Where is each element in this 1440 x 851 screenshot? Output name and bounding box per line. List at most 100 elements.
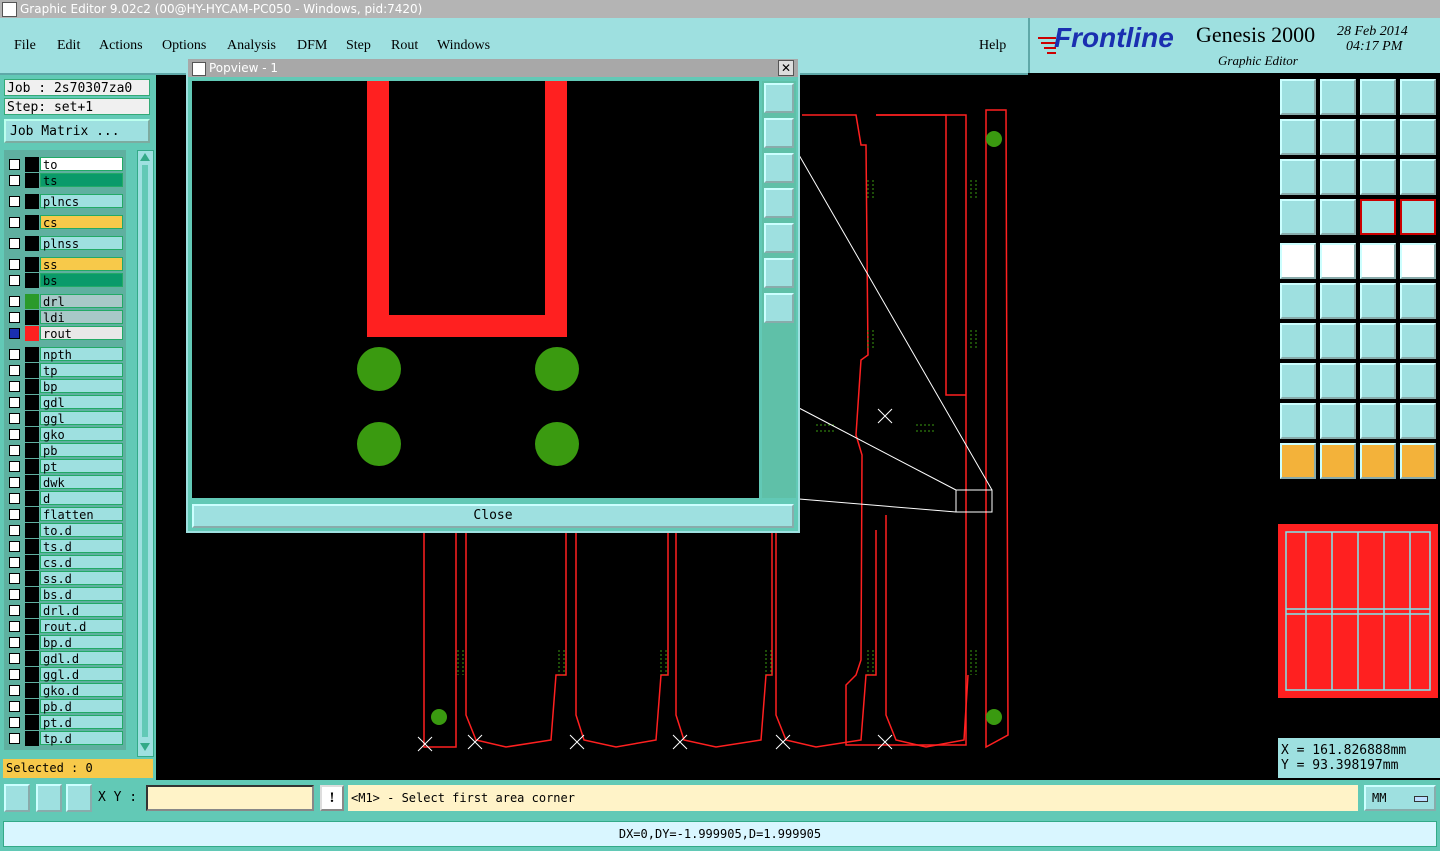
layer-checkbox[interactable] [9,717,20,728]
units-select[interactable]: MM [1364,785,1436,811]
layer-checkbox[interactable] [9,525,20,536]
net-compare-button[interactable] [1400,199,1436,235]
triangle-c-button[interactable] [1360,403,1396,439]
pointer-button[interactable] [1280,443,1316,479]
overview-map[interactable] [1278,524,1438,698]
layer-row-rout-d[interactable]: rout.d [4,619,126,634]
layer-row-to[interactable]: to [4,157,126,172]
menu-help[interactable]: Help [979,38,1006,54]
layer-row-gko-d[interactable]: gko.d [4,683,126,698]
layer-row-bp-d[interactable]: bp.d [4,635,126,650]
pan-right-button[interactable] [1320,119,1356,155]
layer-row-ggl-d[interactable]: ggl.d [4,667,126,682]
layer-row-gdl[interactable]: gdl [4,395,126,410]
layer-checkbox[interactable] [9,259,20,270]
popview-pan-down-button[interactable] [764,153,794,183]
layer-checkbox[interactable] [9,493,20,504]
menu-analysis[interactable]: Analysis [227,38,276,54]
layer-row-cs-d[interactable]: cs.d [4,555,126,570]
layer-row-pb-d[interactable]: pb.d [4,699,126,714]
menu-windows[interactable]: Windows [437,38,490,54]
layer-row-plnss[interactable]: plnss [4,236,126,251]
layer-checkbox[interactable] [9,685,20,696]
layer-row-rout[interactable]: rout [4,326,126,341]
layer-checkbox[interactable] [9,445,20,456]
center-button[interactable] [1320,159,1356,195]
layer-row-tp-d[interactable]: tp.d [4,731,126,746]
line-add-button[interactable] [1360,283,1396,319]
ratio-button[interactable] [1360,159,1396,195]
layer-row-ss-d[interactable]: ss.d [4,571,126,586]
menu-step[interactable]: Step [346,38,371,54]
group-tool-button[interactable] [1400,363,1436,399]
layer-row-drl[interactable]: drl [4,294,126,309]
layer-row-to-d[interactable]: to.d [4,523,126,538]
layer-checkbox[interactable] [9,477,20,488]
layer-checkbox[interactable] [9,381,20,392]
net-tool-button[interactable] [1360,199,1396,235]
layer-row-gko[interactable]: gko [4,427,126,442]
layer-checkbox[interactable] [9,159,20,170]
layer-checkbox[interactable] [9,557,20,568]
xy-input[interactable] [146,785,314,811]
menu-rout[interactable]: Rout [391,38,418,54]
menu-actions[interactable]: Actions [99,38,143,54]
job-matrix-button[interactable]: Job Matrix ... [4,119,150,143]
layer-row-d[interactable]: d [4,491,126,506]
layer-row-pb[interactable]: pb [4,443,126,458]
layer-row-plncs[interactable]: plncs [4,194,126,209]
layer-checkbox[interactable] [9,701,20,712]
connect-tool-button[interactable] [1280,283,1316,319]
popview-canvas[interactable] [192,81,759,498]
popview-zoom-out-button[interactable] [764,293,794,323]
pointer-select-button[interactable] [1360,443,1396,479]
redo-button[interactable] [1400,119,1436,155]
layer-row-flatten[interactable]: flatten [4,507,126,522]
triangle-d-button[interactable] [1400,403,1436,439]
layer-row-bp[interactable]: bp [4,379,126,394]
triangle-b-button[interactable] [1320,403,1356,439]
layer-checkbox[interactable] [9,349,20,360]
layer-row-ts-d[interactable]: ts.d [4,539,126,554]
layer-checkbox[interactable] [9,589,20,600]
layer-checkbox[interactable] [9,461,20,472]
popview-pan-left-button[interactable] [764,188,794,218]
zoom-down-button[interactable] [1320,79,1356,115]
layer-row-ldi[interactable]: ldi [4,310,126,325]
close-icon[interactable]: ✕ [778,60,794,76]
snap-button[interactable] [4,784,30,812]
layer-row-ss[interactable]: ss [4,257,126,272]
layer-row-npth[interactable]: npth [4,347,126,362]
layer-checkbox[interactable] [9,733,20,744]
layer-checkbox[interactable] [9,312,20,323]
measure-button[interactable] [36,784,62,812]
split-tool-button[interactable] [1400,323,1436,359]
home-button[interactable] [1360,79,1396,115]
fit-button[interactable] [1280,159,1316,195]
pointer-frame-button[interactable] [1320,443,1356,479]
layer-checkbox[interactable] [9,429,20,440]
layer-checkbox[interactable] [9,175,20,186]
layer-checkbox[interactable] [9,397,20,408]
line-edit-button[interactable] [1400,283,1436,319]
layer-checkbox[interactable] [9,328,20,339]
arc-tool-button[interactable] [1360,323,1396,359]
layer-row-bs[interactable]: bs [4,273,126,288]
layer-checkbox[interactable] [9,509,20,520]
layer-row-pt-d[interactable]: pt.d [4,715,126,730]
layer-row-gdl-d[interactable]: gdl.d [4,651,126,666]
layer-checkbox[interactable] [9,296,20,307]
menu-file[interactable]: File [14,38,36,54]
popview-pan-right-button[interactable] [764,223,794,253]
popview-zoom-home-button[interactable] [764,83,794,113]
measure-tool-button[interactable] [1280,199,1316,235]
layer-checkbox[interactable] [9,653,20,664]
menu-options[interactable]: Options [162,38,206,54]
layer-checkbox[interactable] [9,275,20,286]
layer-scrollbar[interactable] [137,150,154,757]
popview-zoom-in-button[interactable] [764,258,794,288]
layer-checkbox[interactable] [9,637,20,648]
cross-tool-button[interactable] [1320,283,1356,319]
popview-close-button[interactable]: Close [192,504,794,528]
layer-checkbox[interactable] [9,238,20,249]
